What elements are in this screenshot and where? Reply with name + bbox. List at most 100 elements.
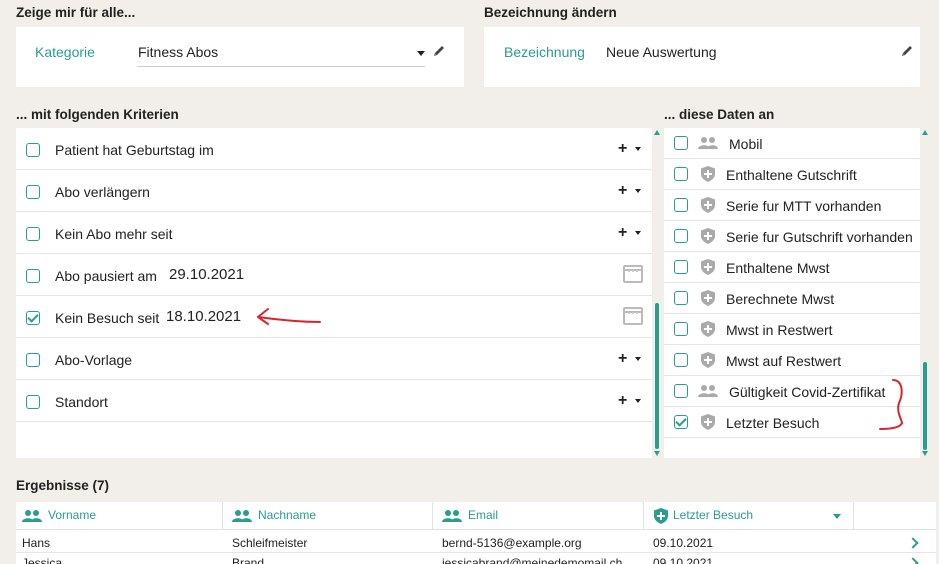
category-select[interactable]: Fitness Abos [137,37,449,67]
add-icon[interactable]: + [618,225,627,241]
shield-icon [701,352,715,368]
criteria-label: Kein Besuch seit [55,310,160,326]
table-row[interactable]: Hans Schleifmeister bernd-5136@example.o… [16,531,936,553]
data-section-title: ... diese Daten an [664,107,775,122]
data-field-label: Berechnete Mwst [726,291,835,307]
scroll-up-icon[interactable] [922,130,928,135]
data-field-label: Mwst in Restwert [726,322,833,338]
category-label: Kategorie [35,44,95,60]
category-panel: Kategorie Fitness Abos [16,27,464,87]
chevron-down-icon[interactable] [635,357,641,361]
criteria-item-abo-verlaengern: Abo verlängern + [16,170,652,212]
category-underline [137,66,425,67]
scroll-thumb[interactable] [923,362,927,450]
people-icon [698,137,718,149]
calendar-icon[interactable] [623,265,643,283]
data-field-checkbox[interactable] [674,167,688,181]
cell-vorname: Jessica [22,556,63,564]
shield-icon [701,321,715,337]
results-title: Ergebnisse (7) [16,478,110,493]
people-icon [442,510,462,522]
criteria-item-kein-besuch: Kein Besuch seit 18.10.2021 [16,296,652,338]
criteria-checkbox[interactable] [26,311,40,325]
people-icon [698,385,718,397]
scroll-down-icon[interactable] [654,451,660,456]
data-field-enthaltene-mwst: Enthaltene Mwst [664,252,920,283]
criteria-checkbox[interactable] [26,227,40,241]
cell-nachname: Schleifmeister [232,536,308,550]
add-icon[interactable]: + [618,183,627,199]
data-field-checkbox[interactable] [674,415,688,429]
data-field-label: Enthaltene Mwst [726,260,830,276]
results-header: Vorname Nachname Email Letzter Besuch [16,502,936,530]
data-field-mwst-auf-restwert: Mwst auf Restwert [664,345,920,376]
add-icon[interactable]: + [618,351,627,367]
data-field-label: Gültigkeit Covid-Zertifikat [729,384,886,400]
data-field-label: Letzter Besuch [726,415,820,431]
chevron-down-icon[interactable] [635,399,641,403]
column-label: Email [468,508,499,522]
criteria-item-abo-pausiert: Abo pausiert am 29.10.2021 [16,254,652,296]
data-field-covid-zertifikat: Gültigkeit Covid-Zertifikat [664,376,920,407]
data-field-checkbox[interactable] [674,353,688,367]
chevron-right-icon[interactable] [907,537,919,549]
data-field-checkbox[interactable] [674,384,688,398]
data-field-letzter-besuch: Letzter Besuch [664,407,920,438]
chevron-down-icon[interactable] [635,189,641,193]
scroll-up-icon[interactable] [654,130,660,135]
scroll-down-icon[interactable] [922,451,928,456]
shield-icon [701,197,715,213]
criteria-item-standort: Standort + [16,380,652,422]
chevron-down-icon[interactable] [635,231,641,235]
data-field-checkbox[interactable] [674,136,688,150]
shield-icon [654,508,668,524]
shield-icon [701,166,715,182]
criteria-checkbox[interactable] [26,185,40,199]
criteria-checkbox[interactable] [26,353,40,367]
people-icon [232,510,252,522]
criteria-label: Standort [55,394,108,410]
people-icon [22,510,42,522]
name-input[interactable]: Neue Auswertung [605,37,895,67]
filter-section-title: Zeige mir für alle... [16,5,136,20]
criteria-item-kein-abo: Kein Abo mehr seit + [16,212,652,254]
data-field-label: Mwst auf Restwert [726,353,842,369]
cell-letzter-besuch: 09.10.2021 [653,536,714,550]
chevron-right-icon[interactable] [907,557,919,564]
column-email[interactable]: Email [433,502,644,530]
column-letzter-besuch[interactable]: Letzter Besuch [644,502,854,530]
criteria-checkbox[interactable] [26,395,40,409]
criteria-checkbox[interactable] [26,269,40,283]
data-field-checkbox[interactable] [674,229,688,243]
data-field-checkbox[interactable] [674,322,688,336]
data-field-checkbox[interactable] [674,260,688,274]
shield-icon [701,259,715,275]
add-icon[interactable]: + [618,141,627,157]
column-label: Nachname [258,508,317,522]
data-field-serie-gutschrift: Serie fur Gutschrift vorhanden [664,221,920,252]
scroll-thumb[interactable] [655,303,659,449]
data-field-mwst-in-restwert: Mwst in Restwert [664,314,920,345]
cell-nachname: Brand [232,556,265,564]
criteria-label: Abo-Vorlage [55,352,133,368]
table-row[interactable]: Jessica Brand jessicabrand@meinedemomail… [16,553,936,564]
data-field-checkbox[interactable] [674,198,688,212]
cell-email: bernd-5136@example.org [442,536,582,550]
column-nachname[interactable]: Nachname [223,502,433,530]
pencil-icon[interactable] [900,44,914,58]
name-label: Bezeichnung [504,44,585,60]
criteria-label: Abo verlängern [55,184,150,200]
criteria-date-value[interactable]: 18.10.2021 [166,308,241,325]
sort-desc-icon[interactable] [833,514,841,519]
shield-icon [701,414,715,430]
data-field-checkbox[interactable] [674,291,688,305]
cell-letzter-besuch: 09.10.2021 [653,556,714,564]
criteria-date-value[interactable]: 29.10.2021 [169,266,244,283]
calendar-icon[interactable] [623,307,643,325]
pencil-icon[interactable] [432,44,446,58]
criteria-checkbox[interactable] [26,143,40,157]
chevron-down-icon[interactable] [635,147,641,151]
column-vorname[interactable]: Vorname [16,502,223,530]
data-field-label: Enthaltene Gutschrift [726,167,857,183]
add-icon[interactable]: + [618,393,627,409]
